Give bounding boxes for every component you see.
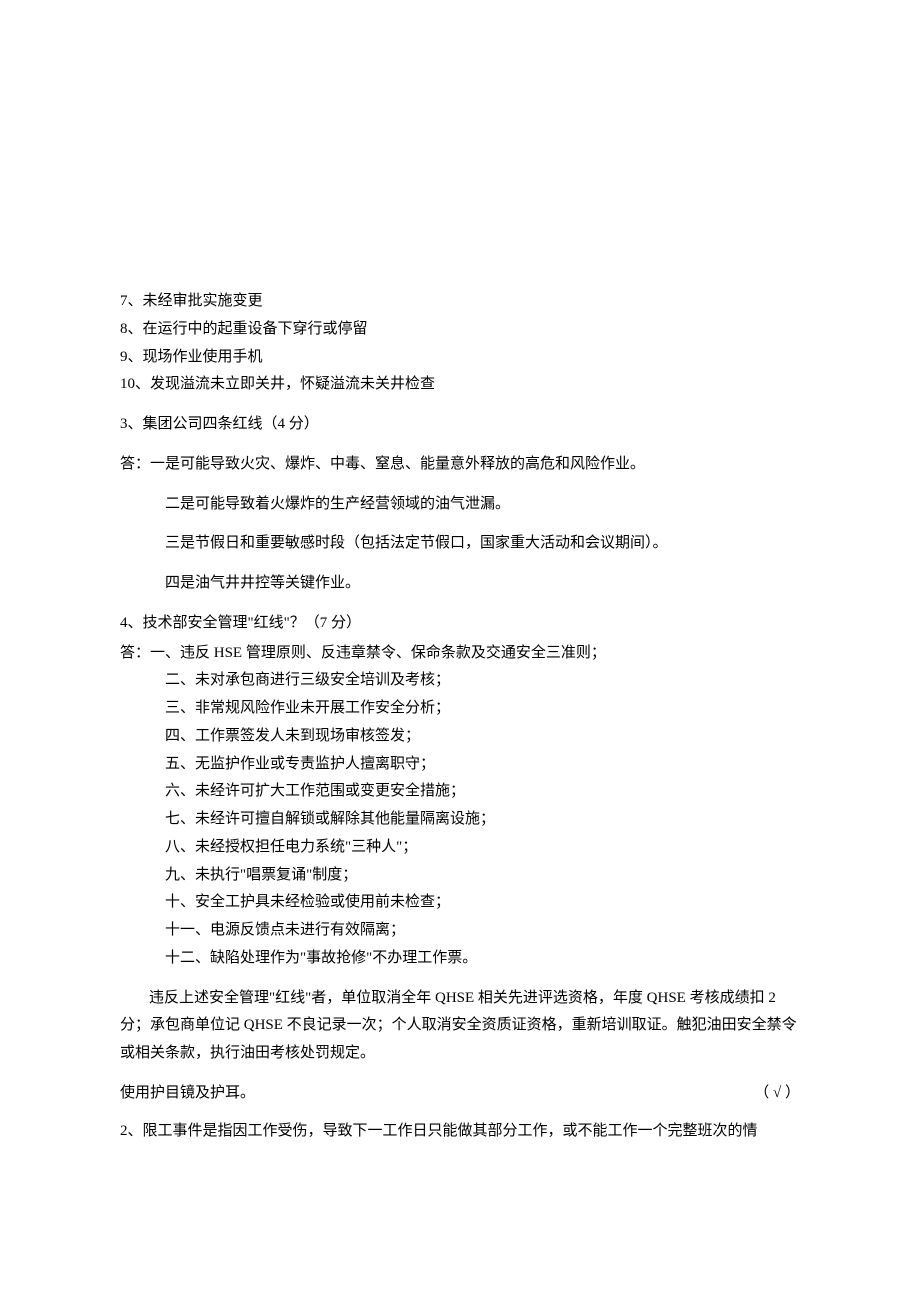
q4-answer-line-6: 六、未经许可扩大工作范围或变更安全措施； (120, 778, 800, 806)
judge-item-text: 使用护目镜及护耳。 (120, 1080, 255, 1108)
question-4-title: 4、技术部安全管理"红线"？（7 分） (120, 610, 800, 638)
q4-answer-line-7: 七、未经许可擅自解锁或解除其他能量隔离设施； (120, 806, 800, 834)
q3-answer-line-1: 答：一是可能导致火灾、爆炸、中毒、窒息、能量意外释放的高危和风险作业。 (120, 451, 800, 479)
q4-answer-line-4: 四、工作票签发人未到现场审核签发； (120, 723, 800, 751)
q4-answer-line-10: 十、安全工护具未经检验或使用前未检查； (120, 889, 800, 917)
q4-penalty-paragraph: 违反上述安全管理"红线"者，单位取消全年 QHSE 相关先进评选资格，年度 QH… (120, 985, 800, 1068)
q3-answer-line-2: 二是可能导致着火爆炸的生产经营领域的油气泄漏。 (120, 491, 800, 519)
q4-answer-line-12: 十二、缺陷处理作为"事故抢修"不办理工作票。 (120, 945, 800, 973)
question-3-title: 3、集团公司四条红线（4 分） (120, 411, 800, 439)
q4-answer-line-9: 九、未执行"唱票复诵"制度； (120, 862, 800, 890)
list-item-7: 7、未经审批实施变更 (120, 288, 800, 316)
q4-answer-line-3: 三、非常规风险作业未开展工作安全分析； (120, 695, 800, 723)
question-2-fragment: 2、限工事件是指因工作受伤，导致下一工作日只能做其部分工作，或不能工作一个完整班… (120, 1118, 800, 1146)
q4-answer-line-11: 十一、电源反馈点未进行有效隔离； (120, 917, 800, 945)
judge-item-mark: （ √ ） (754, 1080, 800, 1108)
q4-answer-line-1: 答：一、违反 HSE 管理原则、反违章禁令、保命条款及交通安全三准则； (120, 640, 800, 668)
list-item-9: 9、现场作业使用手机 (120, 344, 800, 372)
list-item-8: 8、在运行中的起重设备下穿行或停留 (120, 316, 800, 344)
judge-item-row: 使用护目镜及护耳。 （ √ ） (120, 1080, 800, 1108)
list-item-10: 10、发现溢流未立即关井，怀疑溢流未关井检查 (120, 371, 800, 399)
q3-answer-line-4: 四是油气井井控等关键作业。 (120, 570, 800, 598)
q4-answer-line-5: 五、无监护作业或专责监护人擅离职守； (120, 751, 800, 779)
q3-answer-line-3: 三是节假日和重要敏感时段（包括法定节假口，国家重大活动和会议期间）。 (120, 530, 800, 558)
q4-answer-line-8: 八、未经授权担任电力系统"三种人"； (120, 834, 800, 862)
q4-answer-line-2: 二、未对承包商进行三级安全培训及考核； (120, 667, 800, 695)
